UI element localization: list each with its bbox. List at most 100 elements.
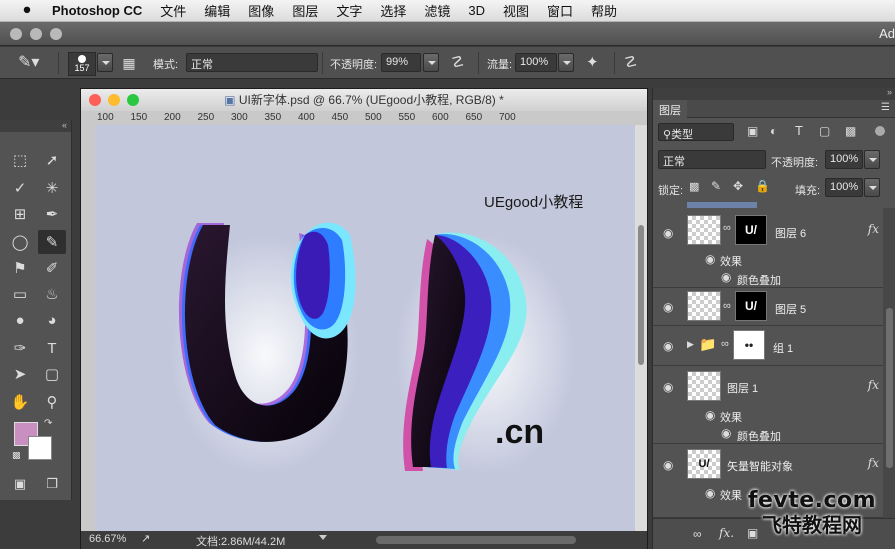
magic-wand-tool-icon[interactable]: ✳ <box>38 176 66 200</box>
flow-input[interactable]: 100% <box>515 53 557 72</box>
close-window-button[interactable] <box>10 28 22 40</box>
doc-minimize-button[interactable] <box>108 94 120 106</box>
lock-transparency-icon[interactable]: ▩ <box>689 180 699 193</box>
eyedropper-tool-icon[interactable]: ✒ <box>38 202 66 226</box>
default-colors-icon[interactable]: ▩ <box>12 450 21 461</box>
zoom-tool-icon[interactable]: ⚲ <box>38 390 66 414</box>
brush-picker-dropdown[interactable] <box>97 53 113 72</box>
filter-type-icon[interactable]: T <box>795 123 803 138</box>
effect-eye-icon[interactable]: ◉ <box>721 427 735 439</box>
layer-opacity-dropdown[interactable] <box>864 150 880 169</box>
filter-pixel-icon[interactable]: ▣ <box>747 124 758 138</box>
layer-row[interactable]: ◉ ∞ U/ 图层 6 fx ◉ 效果 ◉ 颜色叠加 <box>653 210 883 288</box>
history-brush-tool-icon[interactable]: ✐ <box>38 256 66 280</box>
rectangle-tool-icon[interactable]: ▢ <box>38 362 66 386</box>
minimize-window-button[interactable] <box>30 28 42 40</box>
menu-image[interactable]: 图像 <box>248 1 274 20</box>
zoom-level[interactable]: 66.67% <box>89 533 126 545</box>
lock-pixels-icon[interactable]: ✎ <box>711 179 721 193</box>
brush-size-picker[interactable]: 157 <box>68 52 96 76</box>
layer-row[interactable]: ◉ 图层 1 fx ◉ 效果 ◉ 颜色叠加 <box>653 366 883 444</box>
layer-mask-thumbnail[interactable]: U/ <box>735 291 767 321</box>
layer-group-row[interactable]: ◉ ▶ 📁 ∞ •• 组 1 <box>653 326 883 366</box>
layer-row[interactable]: ◉ ∞ U/ 图层 5 <box>653 288 883 326</box>
effects-eye-icon[interactable]: ◉ <box>705 487 719 499</box>
swap-colors-icon[interactable]: ↷ <box>44 418 52 429</box>
quick-mask-icon[interactable]: ▣ <box>6 472 34 496</box>
fill-input[interactable]: 100% <box>825 178 863 197</box>
screen-mode-icon[interactable]: ❐ <box>38 472 66 496</box>
crop-tool-icon[interactable]: ⊞ <box>6 202 34 226</box>
layer-name[interactable]: 矢量智能对象 <box>727 458 793 474</box>
document-vertical-scrollbar[interactable] <box>635 125 647 531</box>
canvas[interactable]: UEgood小教程 .cn <box>95 125 635 531</box>
blur-tool-icon[interactable]: ● <box>6 308 34 332</box>
group-mask-thumbnail[interactable]: •• <box>733 330 765 360</box>
apple-menu-icon[interactable]: ⚫ <box>16 2 38 19</box>
visibility-eye-icon[interactable]: ◉ <box>663 381 677 393</box>
lasso-tool-icon[interactable]: ✓ <box>6 176 34 200</box>
visibility-eye-icon[interactable]: ◉ <box>663 301 677 313</box>
tab-layers[interactable]: 图层 <box>653 100 687 118</box>
healing-brush-tool-icon[interactable]: ◯ <box>6 230 34 254</box>
visibility-eye-icon[interactable]: ◉ <box>663 459 677 471</box>
menu-help[interactable]: 帮助 <box>591 1 617 20</box>
pressure-size-icon[interactable]: ☡ <box>624 52 644 74</box>
link-icon[interactable]: ∞ <box>721 338 729 350</box>
mode-select[interactable]: 正常 <box>186 53 318 72</box>
collapse-panel-icon[interactable]: » <box>887 87 892 97</box>
effect-name[interactable]: 颜色叠加 <box>737 272 781 288</box>
menu-edit[interactable]: 编辑 <box>204 1 230 20</box>
menu-window[interactable]: 窗口 <box>547 1 573 20</box>
horizontal-scrollbar[interactable] <box>376 536 576 544</box>
menu-filter[interactable]: 滤镜 <box>424 1 450 20</box>
dodge-tool-icon[interactable]: ◕ <box>38 308 66 332</box>
eraser-tool-icon[interactable]: ▭ <box>6 282 34 306</box>
effects-eye-icon[interactable]: ◉ <box>705 409 719 421</box>
layer-fx-icon[interactable]: fx <box>868 378 879 392</box>
export-icon[interactable]: ↗ <box>141 532 150 545</box>
link-icon[interactable]: ∞ <box>723 222 731 234</box>
layer-opacity-input[interactable]: 100% <box>825 150 863 169</box>
effects-eye-icon[interactable]: ◉ <box>705 253 719 265</box>
layer-name[interactable]: 图层 5 <box>775 301 806 317</box>
filter-shape-icon[interactable]: ▢ <box>819 124 830 138</box>
blend-mode-select[interactable]: 正常 <box>658 150 766 169</box>
menu-view[interactable]: 视图 <box>503 1 529 20</box>
doc-zoom-button[interactable] <box>127 94 139 106</box>
brush-tool-preset-icon[interactable]: ✎▾ <box>18 52 48 74</box>
link-icon[interactable]: ∞ <box>723 300 731 312</box>
menu-app[interactable]: Photoshop CC <box>52 3 142 18</box>
visibility-eye-icon[interactable]: ◉ <box>663 227 677 239</box>
pen-tool-icon[interactable]: ✑ <box>6 336 34 360</box>
opacity-dropdown[interactable] <box>423 53 439 72</box>
type-tool-icon[interactable]: T <box>38 336 66 360</box>
move-tool-icon[interactable]: ➚ <box>38 148 66 172</box>
zoom-window-button[interactable] <box>50 28 62 40</box>
horizontal-ruler[interactable]: 100 150 200 250 300 350 400 450 500 550 600 650 700 <box>95 111 647 125</box>
layer-fx-icon[interactable]: fx <box>868 222 879 236</box>
marquee-tool-icon[interactable]: ⬚ <box>6 148 34 172</box>
menu-file[interactable]: 文件 <box>160 1 186 20</box>
menu-type[interactable]: 文字 <box>336 1 362 20</box>
menu-3d[interactable]: 3D <box>468 3 485 18</box>
layer-fx-icon[interactable]: fx <box>868 456 879 470</box>
menu-select[interactable]: 选择 <box>380 1 406 20</box>
doc-close-button[interactable] <box>89 94 101 106</box>
panel-menu-icon[interactable]: ☰ <box>881 102 890 113</box>
layers-scroll-thumb[interactable] <box>886 308 893 468</box>
layer-mask-thumbnail[interactable]: U/ <box>735 215 767 245</box>
effect-name[interactable]: 颜色叠加 <box>737 428 781 444</box>
lock-position-icon[interactable]: ✥ <box>733 179 743 193</box>
document-size-info[interactable]: 文档:2.86M/44.2M <box>196 533 285 549</box>
layer-name[interactable]: 图层 6 <box>775 225 806 241</box>
clone-stamp-tool-icon[interactable]: ⚑ <box>6 256 34 280</box>
lock-all-icon[interactable]: 🔒 <box>755 179 770 193</box>
expand-group-icon[interactable]: ▶ <box>687 339 694 350</box>
filter-adjustment-icon[interactable]: ◐ <box>770 124 777 138</box>
hand-tool-icon[interactable]: ✋ <box>6 390 34 414</box>
status-menu-arrow[interactable] <box>319 535 327 540</box>
brush-tool-icon[interactable]: ✎ <box>38 230 66 254</box>
vertical-ruler[interactable] <box>81 111 95 533</box>
group-name[interactable]: 组 1 <box>773 340 793 356</box>
